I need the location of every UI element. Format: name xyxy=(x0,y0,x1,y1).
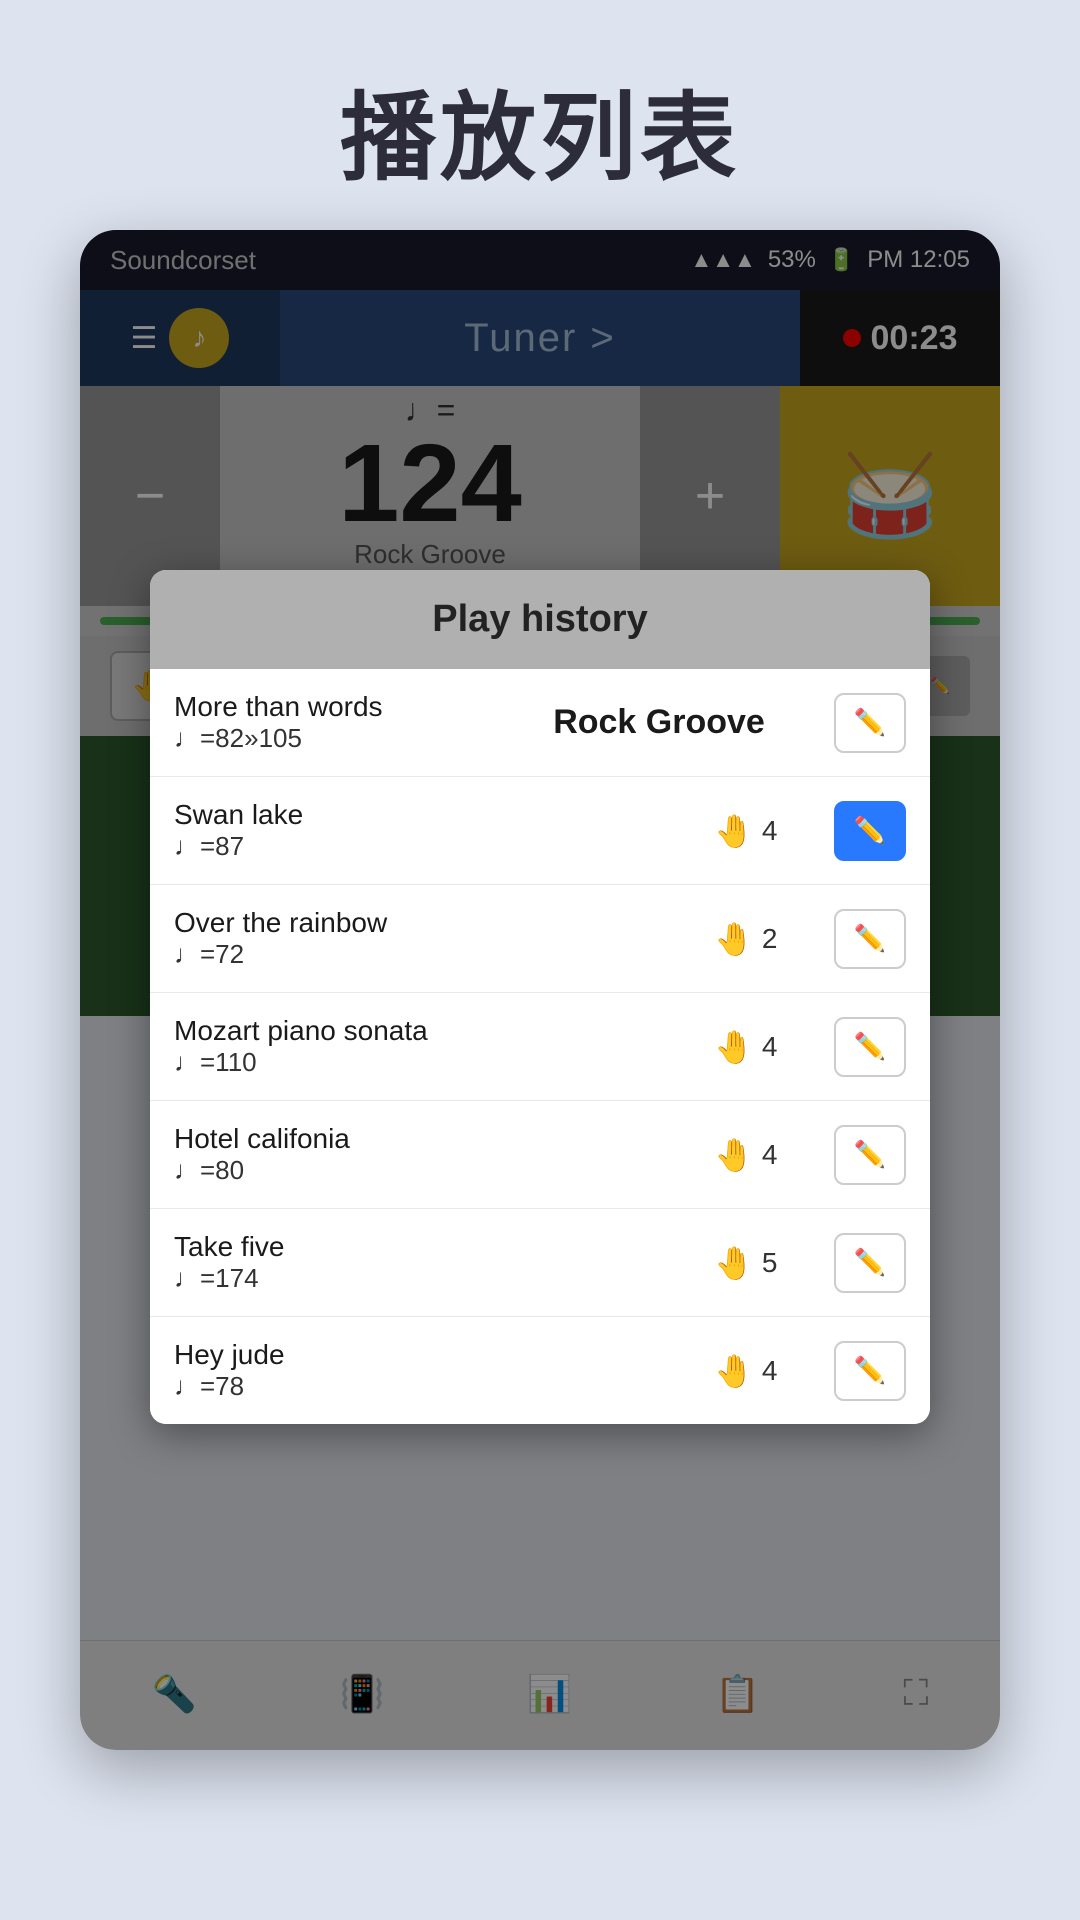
play-history-modal: Play history More than words♩=82»105 Rock… xyxy=(150,570,930,1424)
beat-count: 5 xyxy=(762,1247,778,1279)
row-info: Mozart piano sonata♩=110 xyxy=(174,1015,694,1078)
row-beat: 🤚5 xyxy=(714,1244,814,1282)
row-bpm: ♩=110 xyxy=(174,1047,694,1078)
row-title: Swan lake xyxy=(174,799,694,831)
row-title: Over the rainbow xyxy=(174,907,694,939)
row-info: More than words♩=82»105 xyxy=(174,691,484,754)
pencil-icon: ✏️ xyxy=(854,1031,886,1062)
history-row[interactable]: Hey jude♩=78 🤚4 ✏️ xyxy=(150,1317,930,1424)
edit-button[interactable]: ✏️ xyxy=(834,909,906,969)
row-title: Mozart piano sonata xyxy=(174,1015,694,1047)
row-info: Hotel califonia♩=80 xyxy=(174,1123,694,1186)
row-bpm: ♩=72 xyxy=(174,939,694,970)
row-title: More than words xyxy=(174,691,484,723)
hand-icon: 🤚 xyxy=(714,812,754,850)
app-container: Soundcorset ▲▲▲ 53% 🔋 PM 12:05 ☰ ♪ Tuner… xyxy=(80,230,1000,1750)
pencil-icon: ✏️ xyxy=(854,1247,886,1278)
modal-title: Play history xyxy=(432,598,647,640)
row-bpm: ♩=87 xyxy=(174,831,694,862)
edit-button[interactable]: ✏️ xyxy=(834,693,906,753)
page-title: 播放列表 xyxy=(0,0,1080,199)
row-title: Hotel califonia xyxy=(174,1123,694,1155)
row-beat: 🤚2 xyxy=(714,920,814,958)
pencil-icon: ✏️ xyxy=(854,707,886,738)
edit-button[interactable]: ✏️ xyxy=(834,1125,906,1185)
edit-button[interactable]: ✏️ xyxy=(834,1341,906,1401)
row-bpm: ♩=174 xyxy=(174,1263,694,1294)
row-title: Take five xyxy=(174,1231,694,1263)
history-row[interactable]: Mozart piano sonata♩=110 🤚4 ✏️ xyxy=(150,993,930,1101)
row-beat: 🤚4 xyxy=(714,1352,814,1390)
beat-count: 4 xyxy=(762,1139,778,1171)
row-beat: 🤚4 xyxy=(714,1136,814,1174)
hand-icon: 🤚 xyxy=(714,1352,754,1390)
hand-icon: 🤚 xyxy=(714,1028,754,1066)
hand-icon: 🤚 xyxy=(714,1244,754,1282)
pencil-icon: ✏️ xyxy=(854,815,886,846)
row-info: Take five♩=174 xyxy=(174,1231,694,1294)
beat-count: 4 xyxy=(762,1031,778,1063)
history-row[interactable]: More than words♩=82»105 Rock Groove ✏️ xyxy=(150,669,930,777)
beat-count: 4 xyxy=(762,1355,778,1387)
row-bpm: ♩=80 xyxy=(174,1155,694,1186)
row-bpm: ♩=82»105 xyxy=(174,723,484,754)
row-info: Over the rainbow♩=72 xyxy=(174,907,694,970)
pencil-icon: ✏️ xyxy=(854,1139,886,1170)
edit-button[interactable]: ✏️ xyxy=(834,801,906,861)
edit-button[interactable]: ✏️ xyxy=(834,1233,906,1293)
hand-icon: 🤚 xyxy=(714,920,754,958)
row-info: Swan lake♩=87 xyxy=(174,799,694,862)
pencil-icon: ✏️ xyxy=(854,923,886,954)
row-beat: 🤚4 xyxy=(714,812,814,850)
row-genre: Rock Groove xyxy=(504,703,814,742)
row-bpm: ♩=78 xyxy=(174,1371,694,1402)
history-row[interactable]: Over the rainbow♩=72 🤚2 ✏️ xyxy=(150,885,930,993)
row-info: Hey jude♩=78 xyxy=(174,1339,694,1402)
hand-icon: 🤚 xyxy=(714,1136,754,1174)
edit-button[interactable]: ✏️ xyxy=(834,1017,906,1077)
modal-header: Play history xyxy=(150,570,930,669)
beat-count: 2 xyxy=(762,923,778,955)
pencil-icon: ✏️ xyxy=(854,1355,886,1386)
modal-overlay[interactable]: Play history More than words♩=82»105 Rock… xyxy=(80,230,1000,1750)
history-row[interactable]: Hotel califonia♩=80 🤚4 ✏️ xyxy=(150,1101,930,1209)
modal-body: More than words♩=82»105Rock Groove✏️Swan… xyxy=(150,669,930,1424)
history-row[interactable]: Take five♩=174 🤚5 ✏️ xyxy=(150,1209,930,1317)
row-beat: 🤚4 xyxy=(714,1028,814,1066)
beat-count: 4 xyxy=(762,815,778,847)
history-row[interactable]: Swan lake♩=87 🤚4 ✏️ xyxy=(150,777,930,885)
row-title: Hey jude xyxy=(174,1339,694,1371)
